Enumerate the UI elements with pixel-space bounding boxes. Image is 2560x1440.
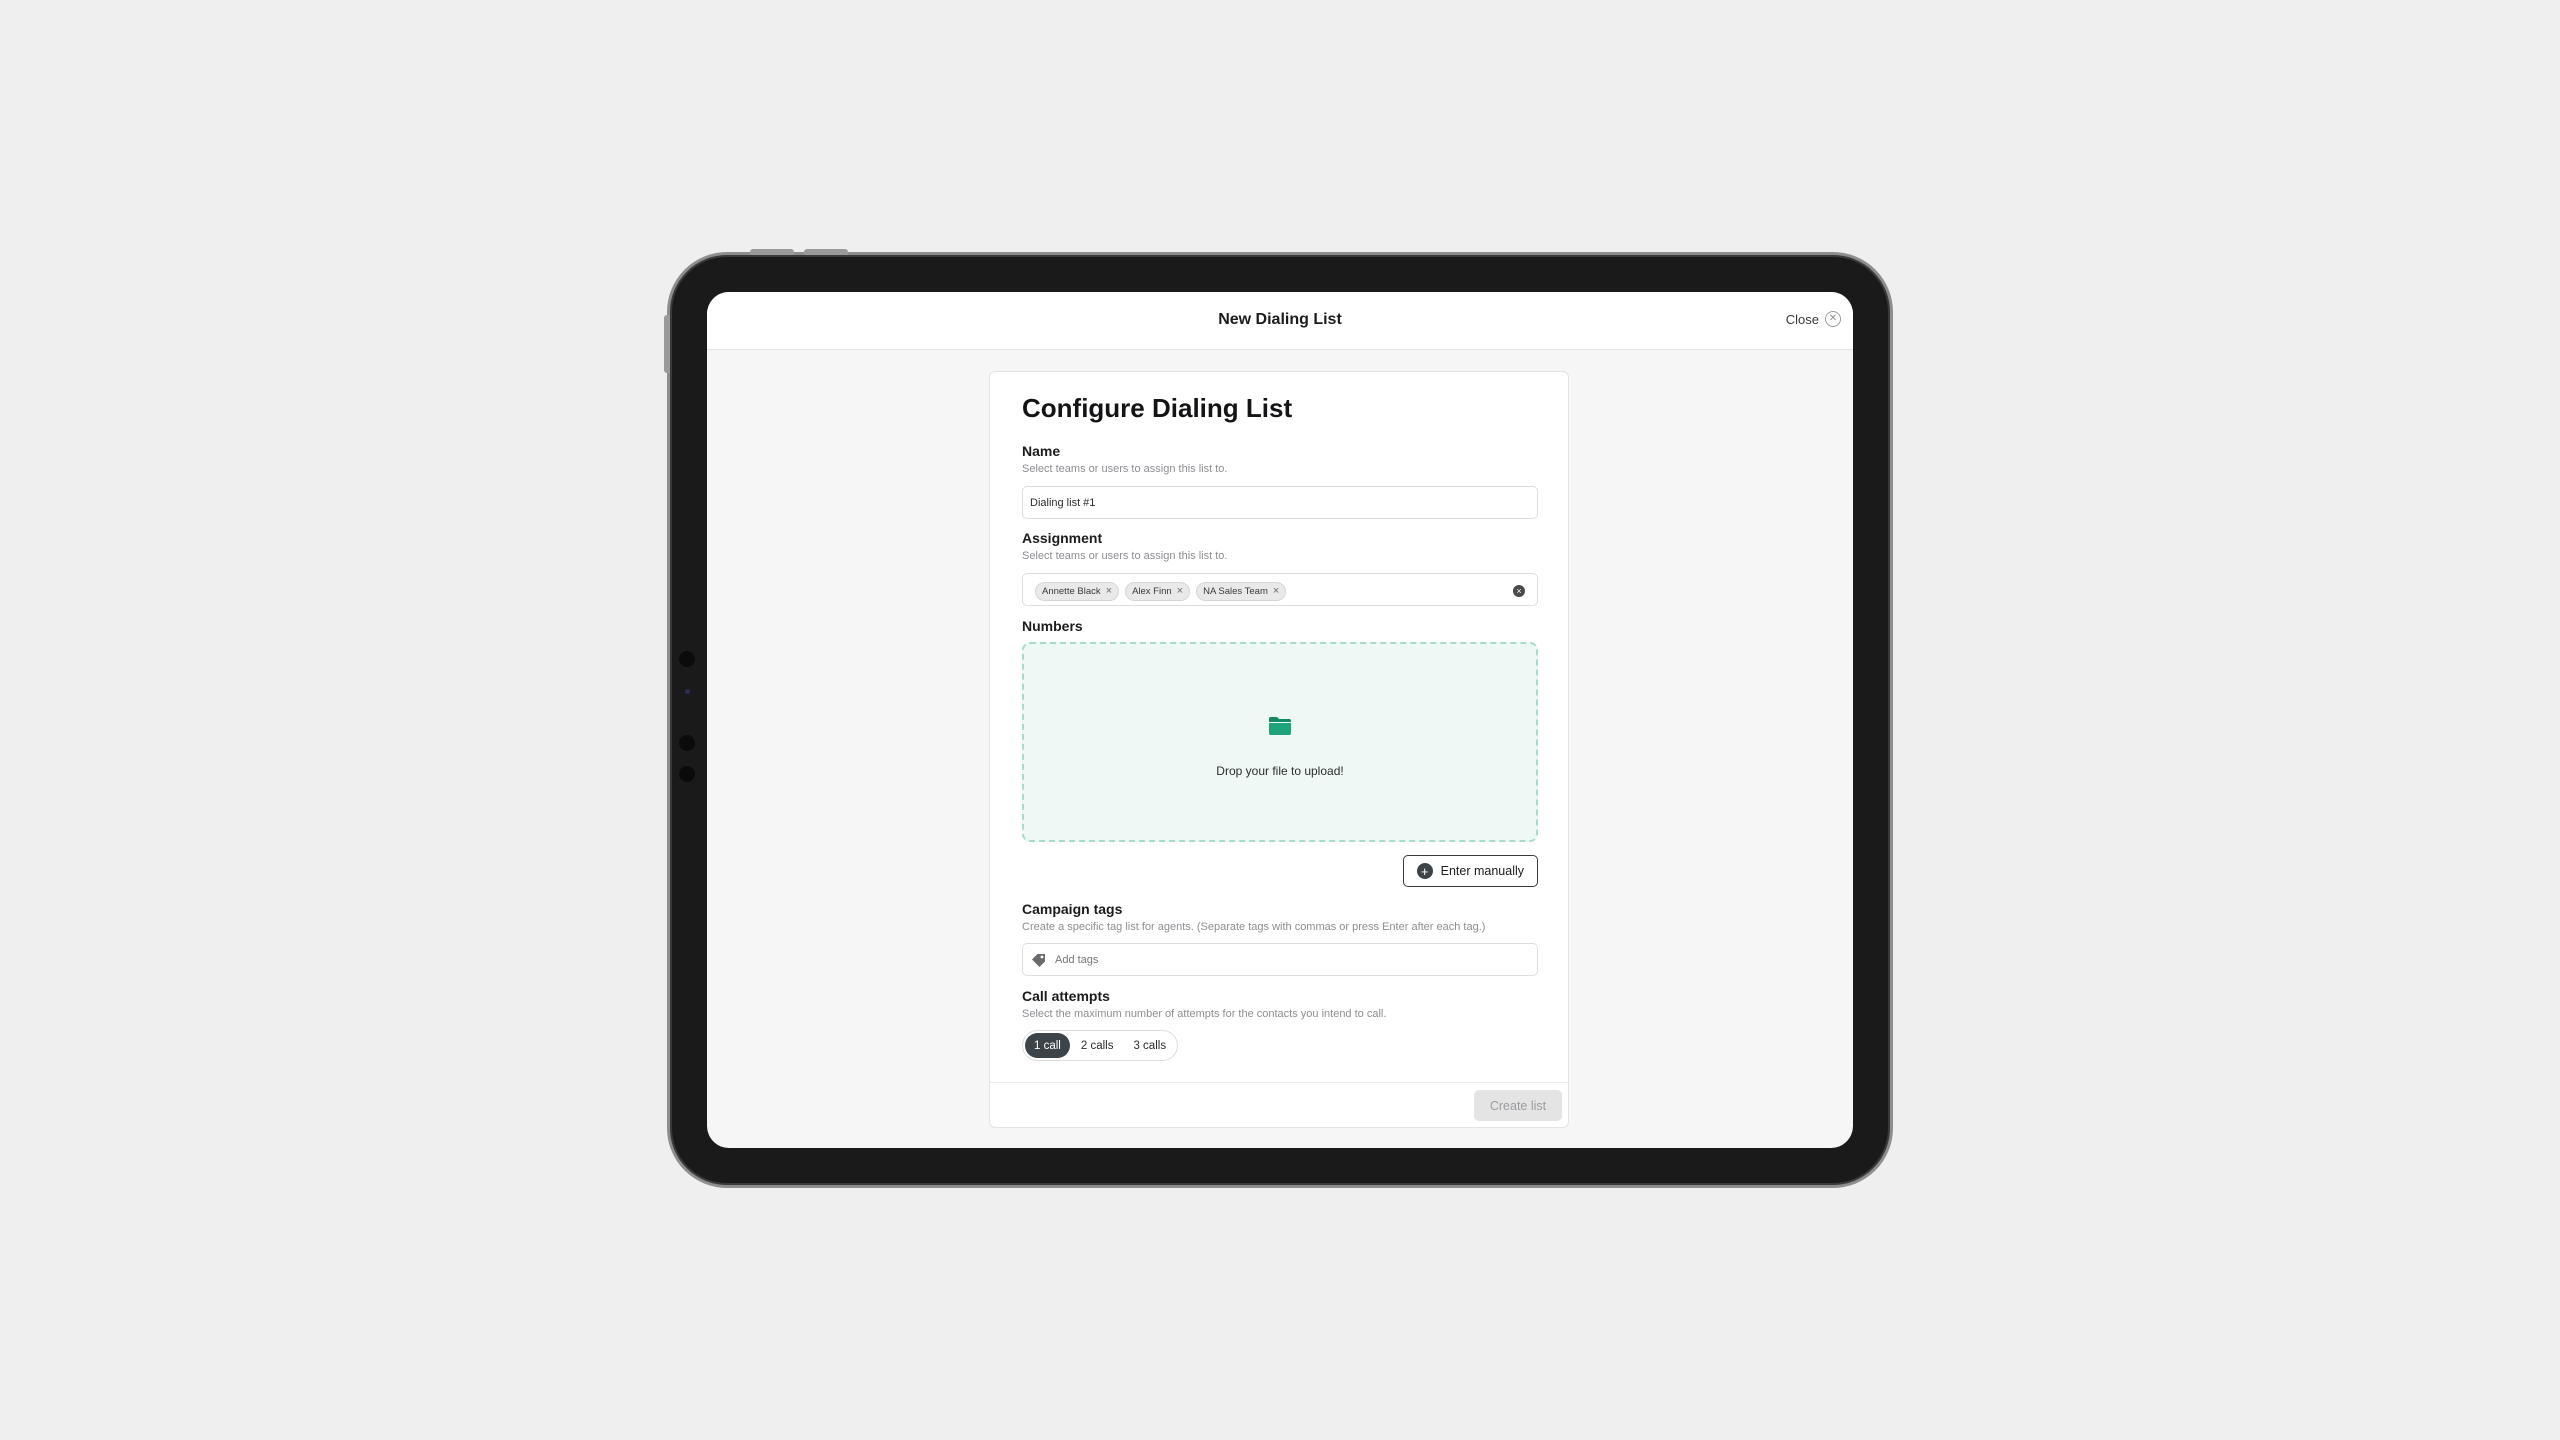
- name-input[interactable]: Dialing list #1: [1022, 486, 1538, 519]
- chip-label: NA Sales Team: [1203, 586, 1268, 597]
- name-input-value: Dialing list #1: [1030, 497, 1096, 509]
- enter-manually-label: Enter manually: [1440, 864, 1524, 878]
- close-label: Close: [1785, 311, 1819, 327]
- assignment-multiselect[interactable]: Annette Black × Alex Finn × NA Sales Tea…: [1022, 573, 1538, 606]
- call-attempts-option-3[interactable]: 3 calls: [1124, 1033, 1175, 1058]
- device-sensor-dot: [685, 689, 690, 694]
- campaign-tags-field: [1022, 943, 1538, 976]
- close-icon: ✕: [1825, 311, 1841, 327]
- form-heading: Configure Dialing List: [1022, 393, 1293, 423]
- device-camera-dot: [679, 766, 695, 782]
- remove-chip-icon[interactable]: ×: [1273, 586, 1279, 597]
- enter-manually-button[interactable]: + Enter manually: [1402, 855, 1538, 887]
- campaign-tags-input[interactable]: [1055, 954, 1515, 966]
- call-attempts-help-text: Select the maximum number of attempts fo…: [1022, 1008, 1387, 1020]
- configure-form-card: Configure Dialing List Name Select teams…: [989, 371, 1569, 1128]
- call-attempts-segmented-control: 1 call 2 calls 3 calls: [1022, 1030, 1179, 1061]
- modal-title: New Dialing List: [1218, 311, 1342, 328]
- assignment-help-text: Select teams or users to assign this lis…: [1022, 550, 1228, 562]
- device-camera-dot: [679, 651, 695, 667]
- name-help-text: Select teams or users to assign this lis…: [1022, 463, 1228, 475]
- call-attempts-option-2[interactable]: 2 calls: [1072, 1033, 1123, 1058]
- tag-icon: [1032, 954, 1045, 967]
- clear-all-icon[interactable]: ×: [1513, 585, 1525, 597]
- campaign-tags-label: Campaign tags: [1022, 901, 1123, 917]
- call-attempts-option-1[interactable]: 1 call: [1025, 1033, 1070, 1058]
- create-list-button[interactable]: Create list: [1474, 1090, 1562, 1121]
- chip-label: Alex Finn: [1132, 586, 1172, 597]
- modal-header: New Dialing List Close ✕: [707, 292, 1853, 350]
- dropzone-text: Drop your file to upload!: [1216, 764, 1344, 778]
- numbers-label: Numbers: [1022, 618, 1083, 634]
- chip-label: Annette Black: [1042, 586, 1101, 597]
- assignment-chips: Annette Black × Alex Finn × NA Sales Tea…: [1035, 582, 1287, 601]
- file-dropzone[interactable]: Drop your file to upload!: [1022, 642, 1538, 842]
- assignment-chip: Annette Black ×: [1035, 582, 1120, 601]
- remove-chip-icon[interactable]: ×: [1106, 586, 1112, 597]
- device-volume-button: [750, 249, 794, 255]
- campaign-tags-help-text: Create a specific tag list for agents. (…: [1022, 921, 1486, 933]
- assignment-chip: Alex Finn ×: [1125, 582, 1191, 601]
- app-screen: New Dialing List Close ✕ Configure Diali…: [707, 292, 1853, 1148]
- device-power-button: [664, 315, 670, 373]
- folder-icon: [1269, 717, 1291, 735]
- device-camera-dot: [679, 735, 695, 751]
- card-footer-divider: [990, 1082, 1568, 1083]
- close-button[interactable]: Close ✕: [1786, 311, 1841, 327]
- plus-circle-icon: +: [1416, 863, 1433, 879]
- remove-chip-icon[interactable]: ×: [1177, 586, 1183, 597]
- device-volume-button: [804, 249, 848, 255]
- call-attempts-label: Call attempts: [1022, 988, 1110, 1004]
- name-label: Name: [1022, 443, 1061, 459]
- assignment-chip: NA Sales Team ×: [1196, 582, 1287, 601]
- assignment-label: Assignment: [1022, 530, 1103, 546]
- tablet-device-frame: New Dialing List Close ✕ Configure Diali…: [664, 249, 1893, 1188]
